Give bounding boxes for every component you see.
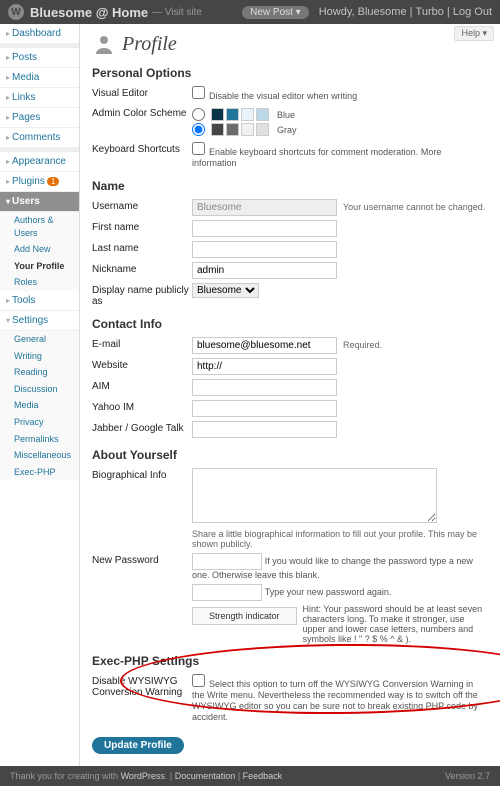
pw-hint: Hint: Your password should be at least s… [303, 604, 488, 644]
password1-input[interactable] [192, 553, 262, 570]
label-newpw: New Password [92, 553, 192, 566]
username-note: Your username cannot be changed. [343, 202, 485, 212]
admin-sidebar: ▸Dashboard ▸Posts ▸Media ▸Links ▸Pages ▸… [0, 24, 80, 766]
user-link[interactable]: Bluesome [358, 6, 407, 18]
menu-comments[interactable]: ▸Comments [0, 128, 79, 148]
visit-site-link[interactable]: — Visit site [152, 7, 202, 18]
disable-wys-note: Select this option to turn off the WYSIW… [192, 679, 478, 722]
label-disable-wys: Disable WYSIWYG Conversion Warning [92, 674, 192, 698]
submenu-privacy[interactable]: Privacy [0, 414, 79, 431]
menu-users[interactable]: ▾Users [0, 192, 79, 212]
footer-thanks: Thank you for creating with [10, 771, 121, 781]
plugin-update-badge: 1 [47, 177, 59, 186]
bio-note: Share a little biographical information … [192, 529, 488, 549]
visual-editor-desc: Disable the visual editor when writing [209, 91, 357, 101]
blue-swatches [211, 108, 269, 121]
website-input[interactable] [192, 358, 337, 375]
nickname-input[interactable] [192, 262, 337, 279]
label-admin-color: Admin Color Scheme [92, 106, 192, 119]
section-personal: Personal Options [92, 66, 488, 80]
color-blue-radio[interactable] [192, 108, 205, 121]
gray-swatches [211, 123, 269, 136]
pw-note2: Type your new password again. [265, 587, 392, 597]
menu-media[interactable]: ▸Media [0, 68, 79, 88]
turbo-link[interactable]: Turbo [416, 6, 444, 18]
label-visual-editor: Visual Editor [92, 86, 192, 99]
footer-version: Version 2.7 [445, 771, 490, 781]
displayas-select[interactable]: Bluesome [192, 283, 259, 298]
new-post-button[interactable]: New Post ▾ [242, 6, 309, 19]
section-exec: Exec-PHP Settings [92, 654, 488, 668]
howdy-text: Howdy, [319, 6, 355, 18]
label-jabber: Jabber / Google Talk [92, 421, 192, 434]
label-nickname: Nickname [92, 262, 192, 275]
wp-logo-icon: W [8, 4, 24, 20]
users-submenu: Authors & Users Add New Your Profile Rol… [0, 212, 79, 291]
password2-input[interactable] [192, 584, 262, 601]
submenu-misc[interactable]: Miscellaneous [0, 447, 79, 464]
label-firstname: First name [92, 220, 192, 233]
menu-settings[interactable]: ▾Settings [0, 311, 79, 331]
label-displayas: Display name publicly as [92, 283, 192, 307]
menu-plugins[interactable]: ▸Plugins1 [0, 172, 79, 192]
submenu-execphp[interactable]: Exec-PHP [0, 464, 79, 481]
section-about: About Yourself [92, 448, 488, 462]
menu-dashboard[interactable]: ▸Dashboard [0, 24, 79, 44]
help-tab[interactable]: Help ▾ [454, 26, 494, 41]
menu-posts[interactable]: ▸Posts [0, 48, 79, 68]
menu-appearance[interactable]: ▸Appearance [0, 152, 79, 172]
menu-links[interactable]: ▸Links [0, 88, 79, 108]
submenu-your-profile[interactable]: Your Profile [0, 258, 79, 275]
label-lastname: Last name [92, 241, 192, 254]
profile-icon [92, 32, 116, 56]
menu-pages[interactable]: ▸Pages [0, 108, 79, 128]
color-gray-label: Gray [277, 125, 297, 135]
submenu-discussion[interactable]: Discussion [0, 381, 79, 398]
menu-tools[interactable]: ▸Tools [0, 291, 79, 311]
submenu-writing[interactable]: Writing [0, 348, 79, 365]
footer-docs-link[interactable]: Documentation [175, 771, 236, 781]
submenu-reading[interactable]: Reading [0, 364, 79, 381]
page-title: Profile [122, 33, 177, 56]
firstname-input[interactable] [192, 220, 337, 237]
update-profile-button[interactable]: Update Profile [92, 737, 184, 754]
submenu-authors[interactable]: Authors & Users [0, 212, 79, 241]
submenu-media[interactable]: Media [0, 397, 79, 414]
email-input[interactable] [192, 337, 337, 354]
logout-link[interactable]: Log Out [453, 6, 492, 18]
site-title[interactable]: Bluesome @ Home [30, 5, 148, 20]
section-name: Name [92, 179, 488, 193]
label-email: E-mail [92, 337, 192, 350]
yahoo-input[interactable] [192, 400, 337, 417]
submenu-permalinks[interactable]: Permalinks [0, 431, 79, 448]
email-note: Required. [343, 340, 382, 350]
kb-shortcuts-checkbox[interactable] [192, 142, 205, 155]
disable-wys-checkbox[interactable] [192, 674, 205, 687]
strength-indicator: Strength indicator [192, 607, 297, 625]
submenu-general[interactable]: General [0, 331, 79, 348]
label-website: Website [92, 358, 192, 371]
label-kb-shortcuts: Keyboard Shortcuts [92, 142, 192, 155]
kb-shortcuts-desc: Enable keyboard shortcuts for comment mo… [209, 147, 418, 157]
label-username: Username [92, 199, 192, 212]
label-bio: Biographical Info [92, 468, 192, 481]
username-input [192, 199, 337, 216]
jabber-input[interactable] [192, 421, 337, 438]
section-contact: Contact Info [92, 317, 488, 331]
submenu-roles[interactable]: Roles [0, 274, 79, 291]
submenu-add-new[interactable]: Add New [0, 241, 79, 258]
label-aim: AIM [92, 379, 192, 392]
label-yahoo: Yahoo IM [92, 400, 192, 413]
lastname-input[interactable] [192, 241, 337, 258]
aim-input[interactable] [192, 379, 337, 396]
visual-editor-checkbox[interactable] [192, 86, 205, 99]
footer-feedback-link[interactable]: Feedback [243, 771, 283, 781]
settings-submenu: General Writing Reading Discussion Media… [0, 331, 79, 480]
bio-textarea[interactable] [192, 468, 437, 523]
color-blue-label: Blue [277, 110, 295, 120]
color-gray-radio[interactable] [192, 123, 205, 136]
footer-wp-link[interactable]: WordPress [121, 771, 165, 781]
